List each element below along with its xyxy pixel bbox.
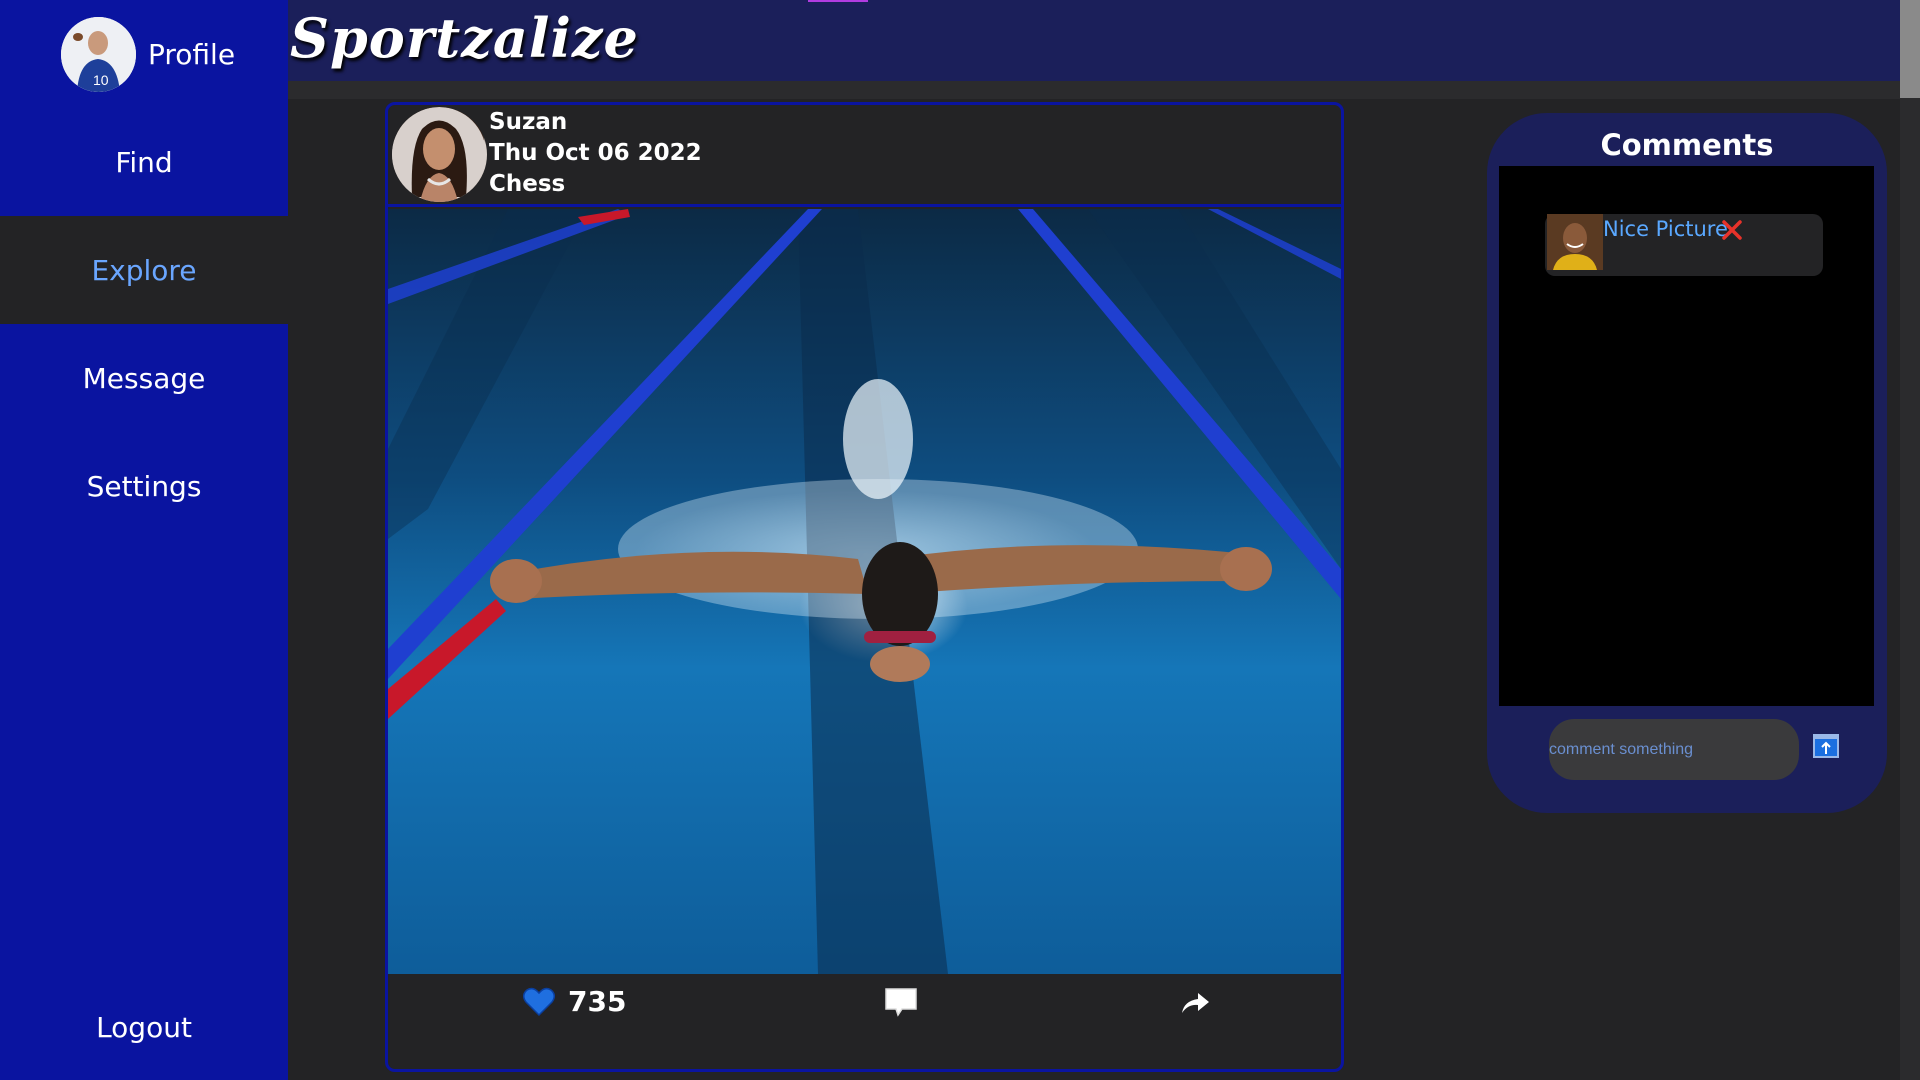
- post-category: Chess: [489, 171, 566, 197]
- sidebar-item-find[interactable]: Find: [0, 108, 288, 216]
- top-bar-divider: [288, 81, 1900, 99]
- comment-icon[interactable]: [884, 987, 918, 1017]
- post-author-name[interactable]: Suzan: [489, 107, 702, 138]
- post-image[interactable]: [388, 209, 1341, 974]
- sidebar-item-label: Explore: [91, 253, 197, 287]
- sidebar-item-label: Settings: [86, 469, 202, 503]
- post-date: Thu Oct 06 2022: [489, 140, 702, 166]
- scrollbar[interactable]: [1900, 0, 1920, 1080]
- comments-list[interactable]: Nice Picture: [1499, 166, 1874, 706]
- share-icon[interactable]: [1180, 991, 1210, 1015]
- comment-item: Nice Picture: [1545, 214, 1823, 276]
- post-card: Suzan Thu Oct 06 2022 Chess 735: [385, 102, 1344, 1072]
- sidebar-item-label: Find: [115, 145, 173, 179]
- avatar: 10: [61, 16, 136, 92]
- logout-label: Logout: [96, 1010, 192, 1044]
- heart-icon[interactable]: [523, 987, 555, 1017]
- comments-panel: Comments Nice Picture: [1487, 113, 1887, 813]
- comments-title: Comments: [1600, 128, 1774, 162]
- sidebar-item-label: Message: [82, 361, 206, 395]
- sidebar-item-message[interactable]: Message: [0, 324, 288, 432]
- scrollbar-thumb[interactable]: [1900, 0, 1920, 98]
- top-accent-line: [808, 0, 868, 2]
- post-header: Suzan Thu Oct 06 2022 Chess: [388, 105, 1341, 207]
- like-count: 735: [568, 985, 627, 1018]
- send-icon[interactable]: [1813, 734, 1839, 758]
- comment-author-avatar[interactable]: [1547, 214, 1603, 270]
- profile-label: Profile: [148, 37, 236, 71]
- post-actions: 735: [388, 977, 1341, 1027]
- svg-text:10: 10: [93, 72, 109, 88]
- comment-text: Nice Picture: [1603, 217, 1728, 241]
- sidebar-item-profile[interactable]: 10 Profile: [0, 0, 288, 108]
- close-icon[interactable]: [1721, 219, 1743, 241]
- comment-input[interactable]: [1549, 719, 1799, 780]
- sidebar-item-settings[interactable]: Settings: [0, 432, 288, 540]
- sidebar: 10 Profile Find Explore Message Settings…: [0, 0, 288, 1080]
- post-author-avatar[interactable]: [392, 107, 487, 202]
- post-meta: Suzan Thu Oct 06 2022 Chess: [489, 107, 702, 200]
- sidebar-item-explore[interactable]: Explore: [0, 216, 288, 324]
- app-logo: Sportzalize: [290, 6, 639, 70]
- logout-button[interactable]: Logout: [0, 973, 288, 1080]
